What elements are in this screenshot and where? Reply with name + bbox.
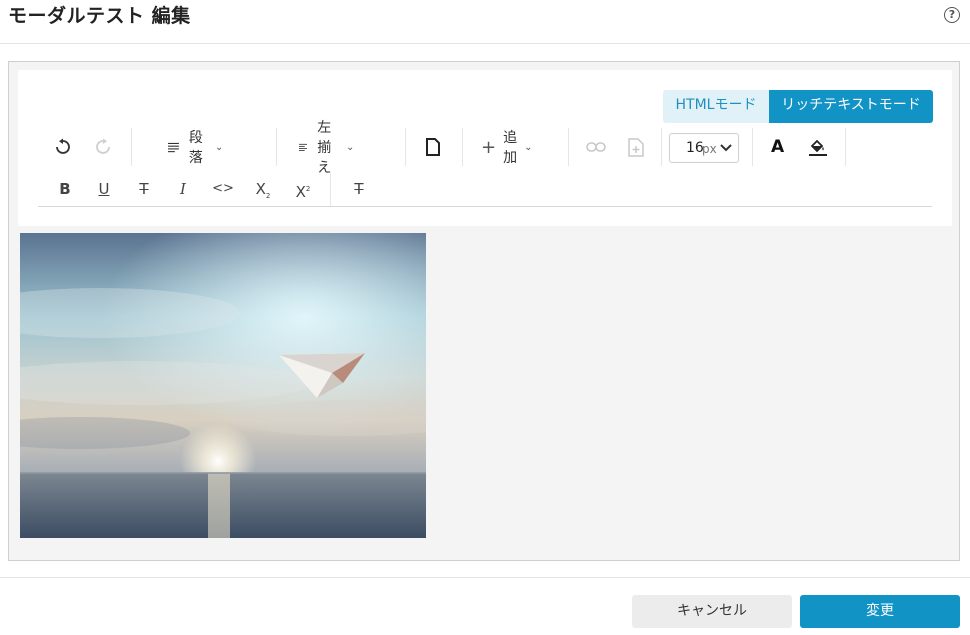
font-size-unit: px xyxy=(702,142,717,156)
paragraph-dropdown[interactable]: 段落 ⌄ xyxy=(168,128,223,166)
cancel-button[interactable]: キャンセル xyxy=(632,595,792,628)
html-mode-button[interactable]: HTMLモード xyxy=(663,90,769,123)
underline-button[interactable]: U xyxy=(92,172,116,206)
redo-icon xyxy=(96,138,110,154)
fill-bucket-icon xyxy=(809,139,827,156)
mode-switch: HTMLモード リッチテキストモード xyxy=(663,90,933,123)
toolbar-divider xyxy=(330,172,331,206)
insert-file-button[interactable] xyxy=(628,128,644,166)
document-icon xyxy=(426,138,440,156)
toolbar-divider xyxy=(661,128,662,166)
paragraph-label: 段落 xyxy=(188,130,203,166)
editor-image[interactable] xyxy=(20,233,426,538)
toolbar-divider xyxy=(568,128,569,166)
submit-button[interactable]: 変更 xyxy=(800,595,960,628)
plus-icon: + xyxy=(481,136,497,158)
paragraph-icon xyxy=(168,142,179,153)
clear-format-button[interactable]: T xyxy=(347,172,371,206)
chevron-down-icon: ⌄ xyxy=(215,141,224,153)
add-label: 追加 xyxy=(503,130,518,166)
chevron-down-icon: ⌄ xyxy=(346,141,355,153)
italic-button[interactable]: I xyxy=(171,172,195,206)
toolbar-divider xyxy=(405,128,406,166)
background-color-button[interactable] xyxy=(808,128,828,166)
add-dropdown[interactable]: + 追加 ⌄ xyxy=(481,128,532,166)
chevron-down-icon: ⌄ xyxy=(524,141,533,153)
toolbar-divider xyxy=(845,128,846,166)
align-left-icon xyxy=(299,143,308,151)
dialog-title: モーダルテスト 編集 xyxy=(8,5,191,27)
superscript-button[interactable]: X2 xyxy=(291,172,315,206)
toolbar-divider xyxy=(131,128,132,166)
align-label: 左揃え xyxy=(317,120,332,176)
undo-button[interactable] xyxy=(54,128,72,166)
document-button[interactable] xyxy=(426,128,440,166)
link-icon xyxy=(586,142,606,152)
rich-text-mode-button[interactable]: リッチテキストモード xyxy=(769,90,933,123)
toolbar-divider xyxy=(276,128,277,166)
editor-toolbar: HTMLモード リッチテキストモード 段落 ⌄ 左揃え ⌄ + 追加 ⌄ 16 … xyxy=(18,70,952,226)
file-add-icon xyxy=(628,137,644,157)
link-button[interactable] xyxy=(586,128,606,166)
bold-button[interactable]: B xyxy=(53,172,77,206)
code-button[interactable]: <> xyxy=(211,172,235,206)
text-color-icon: A xyxy=(771,137,785,157)
dialog-footer: キャンセル 変更 xyxy=(0,577,970,635)
font-size-select[interactable]: 16 px xyxy=(669,133,739,163)
editor-container: HTMLモード リッチテキストモード 段落 ⌄ 左揃え ⌄ + 追加 ⌄ 16 … xyxy=(8,61,960,561)
font-color-button[interactable]: A xyxy=(771,128,784,166)
paper-plane-image xyxy=(20,233,426,538)
help-icon[interactable]: ? xyxy=(944,7,960,23)
undo-icon xyxy=(56,138,70,154)
strikethrough-button[interactable]: T xyxy=(132,172,156,206)
redo-button[interactable] xyxy=(94,128,112,166)
toolbar-divider xyxy=(752,128,753,166)
toolbar-bottom-border xyxy=(38,206,932,207)
subscript-button[interactable]: X2 xyxy=(251,172,275,206)
toolbar-divider xyxy=(462,128,463,166)
align-dropdown[interactable]: 左揃え ⌄ xyxy=(299,120,355,176)
chevron-down-icon xyxy=(720,144,732,152)
dialog-header: モーダルテスト 編集 ? xyxy=(0,0,970,44)
